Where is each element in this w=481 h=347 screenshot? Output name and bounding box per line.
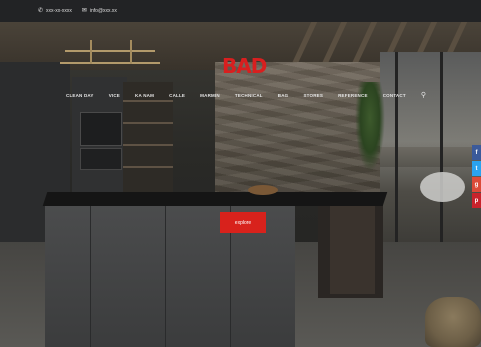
nav-item-marmin[interactable]: MARMIN: [200, 93, 220, 98]
lamp-rod: [90, 40, 92, 64]
window-frame: [395, 52, 398, 262]
nav-item-calle[interactable]: CALLE: [169, 93, 185, 98]
island-door-line: [165, 206, 166, 347]
phone-number: xxx-xx-xxxx: [46, 8, 72, 14]
island-door-line: [90, 206, 91, 347]
hero-banner: BAD CLEAN DAY VICE KA NAM CALLE MARMIN T…: [0, 22, 481, 347]
envelope-icon: ✉: [81, 8, 87, 14]
explore-button[interactable]: explore: [220, 212, 266, 233]
facebook-icon[interactable]: f: [472, 145, 481, 160]
twitter-icon[interactable]: t: [472, 161, 481, 176]
lamp-rod: [130, 40, 132, 64]
social-share-bar: f t g p: [472, 145, 481, 208]
nav-item-contact[interactable]: CONTACT: [383, 93, 406, 98]
nav-item-clean-day[interactable]: CLEAN DAY: [66, 93, 94, 98]
pendant-lamp: [60, 40, 160, 80]
main-nav: CLEAN DAY VICE KA NAM CALLE MARMIN TECHN…: [66, 92, 426, 99]
bread-loaf: [248, 185, 278, 195]
google-plus-icon[interactable]: g: [472, 177, 481, 192]
nav-item-technical[interactable]: TECHNICAL: [235, 93, 263, 98]
nav-item-vice[interactable]: VICE: [109, 93, 120, 98]
shelf-board: [123, 144, 173, 146]
pinterest-icon[interactable]: p: [472, 193, 481, 208]
nav-item-ka-nam[interactable]: KA NAM: [135, 93, 154, 98]
nav-item-reference[interactable]: REFERENCE: [338, 93, 368, 98]
top-bar: ✆ xxx-xx-xxxx ✉ info@xxx.xx: [0, 0, 481, 22]
nav-item-bag[interactable]: BAG: [278, 93, 289, 98]
nav-item-stores[interactable]: STORES: [303, 93, 323, 98]
oven: [80, 112, 122, 146]
shelf-board: [123, 166, 173, 168]
shelf-board: [123, 122, 173, 124]
phone-contact[interactable]: ✆ xxx-xx-xxxx: [38, 8, 72, 14]
lamp-bar: [60, 62, 160, 64]
phone-icon: ✆: [38, 8, 44, 14]
stool: [425, 297, 481, 347]
brand-logo[interactable]: BAD: [222, 55, 267, 77]
window-frame: [440, 52, 443, 262]
island-countertop: [42, 192, 388, 206]
search-icon[interactable]: ⚲: [421, 92, 426, 99]
page: ✆ xxx-xx-xxxx ✉ info@xxx.xx BAD CLEAN DA…: [0, 0, 481, 347]
island-end-panel-inner: [330, 206, 375, 294]
email-contact[interactable]: ✉ info@xxx.xx: [82, 8, 117, 14]
shelf-board: [123, 100, 173, 102]
outdoor-chair: [420, 172, 465, 202]
warming-drawer: [80, 148, 122, 170]
lamp-bar: [65, 50, 155, 52]
email-address: info@xxx.xx: [89, 8, 117, 14]
